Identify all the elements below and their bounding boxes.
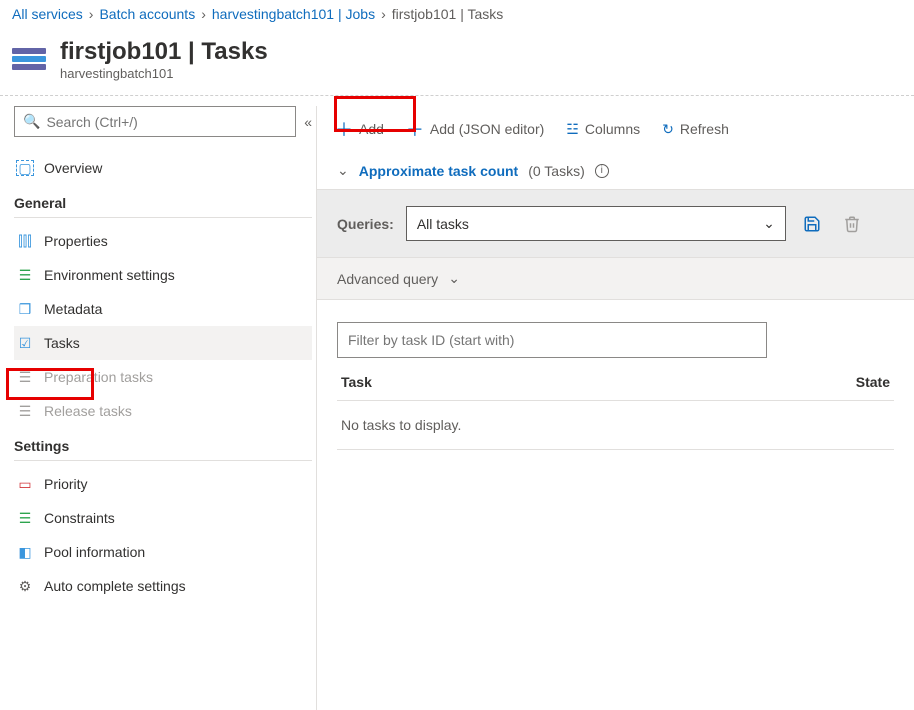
info-icon[interactable]: i <box>595 164 609 178</box>
sidebar-item-label: Pool information <box>44 544 145 560</box>
pool-icon: ◧ <box>16 544 34 560</box>
sidebar-item-pool-info[interactable]: ◧ Pool information <box>14 535 312 569</box>
breadcrumb-link[interactable]: harvestingbatch101 | Jobs <box>212 6 375 22</box>
sidebar-item-properties[interactable]: ⫿⫿⫿ Properties <box>14 224 312 258</box>
delete-query-button[interactable] <box>838 210 866 238</box>
sidebar-section-settings: Settings <box>14 428 312 461</box>
advanced-query-label: Advanced query <box>337 271 438 287</box>
save-query-button[interactable] <box>798 210 826 238</box>
overview-icon: ▢ <box>16 160 34 176</box>
chevron-right-icon: › <box>201 6 206 22</box>
queries-selected: All tasks <box>417 216 469 232</box>
chevron-down-icon: ⌄ <box>763 215 775 232</box>
sidebar-item-label: Environment settings <box>44 267 175 283</box>
sidebar-item-overview[interactable]: ▢ Overview <box>14 151 312 185</box>
page-title: firstjob101 | Tasks <box>60 38 268 66</box>
breadcrumb: All services › Batch accounts › harvesti… <box>0 0 914 28</box>
col-task: Task <box>341 374 372 390</box>
divider <box>0 95 914 96</box>
sidebar-section-general: General <box>14 185 312 218</box>
task-count-value: (0 Tasks) <box>528 163 585 179</box>
sidebar-item-label: Release tasks <box>44 403 132 419</box>
sidebar-item-label: Metadata <box>44 301 102 317</box>
search-icon: 🔍 <box>23 113 40 130</box>
queries-label: Queries: <box>337 216 394 232</box>
refresh-icon: ↻ <box>662 121 674 138</box>
add-button[interactable]: ＋ Add <box>335 116 384 142</box>
chevron-right-icon: › <box>381 6 386 22</box>
metadata-icon: ❒ <box>16 301 34 317</box>
queries-select[interactable]: All tasks ⌄ <box>406 206 786 241</box>
auto-complete-icon: ⚙ <box>16 578 34 594</box>
priority-icon: ▭ <box>16 476 34 492</box>
plus-icon: ＋ <box>406 116 424 142</box>
content-pane: ＋ Add ＋ Add (JSON editor) ☳ Columns ↻ Re… <box>316 106 914 710</box>
sidebar-item-metadata[interactable]: ❒ Metadata <box>14 292 312 326</box>
advanced-query-toggle[interactable]: Advanced query ⌄ <box>317 258 914 300</box>
release-icon: ☰ <box>16 403 34 419</box>
env-settings-icon: ☰ <box>16 267 34 283</box>
search-input[interactable] <box>46 114 287 130</box>
task-count-row[interactable]: ⌄ Approximate task count (0 Tasks) i <box>317 152 914 189</box>
sidebar-item-label: Constraints <box>44 510 115 526</box>
col-state: State <box>856 374 890 390</box>
breadcrumb-link[interactable]: All services <box>12 6 83 22</box>
sidebar-item-tasks[interactable]: ☑ Tasks <box>14 326 312 360</box>
table-empty-state: No tasks to display. <box>337 401 894 450</box>
columns-icon: ☳ <box>566 121 579 138</box>
chevron-right-icon: › <box>89 6 94 22</box>
sidebar-item-label: Preparation tasks <box>44 369 153 385</box>
breadcrumb-current: firstjob101 | Tasks <box>392 6 504 22</box>
columns-button[interactable]: ☳ Columns <box>566 121 640 138</box>
page-header: firstjob101 | Tasks harvestingbatch101 <box>0 28 914 87</box>
sidebar: 🔍 « ▢ Overview General ⫿⫿⫿ Properties ☰ … <box>0 106 316 710</box>
sidebar-item-release-tasks: ☰ Release tasks <box>14 394 312 428</box>
sidebar-item-preparation-tasks: ☰ Preparation tasks <box>14 360 312 394</box>
search-box[interactable]: 🔍 <box>14 106 296 137</box>
sidebar-item-priority[interactable]: ▭ Priority <box>14 467 312 501</box>
job-icon <box>12 48 46 72</box>
sidebar-item-label: Properties <box>44 233 108 249</box>
tasks-icon: ☑ <box>16 335 34 351</box>
sidebar-item-label: Overview <box>44 160 102 176</box>
refresh-button[interactable]: ↻ Refresh <box>662 121 729 138</box>
toolbar-label: Refresh <box>680 121 729 137</box>
toolbar: ＋ Add ＋ Add (JSON editor) ☳ Columns ↻ Re… <box>317 106 914 152</box>
chevron-down-icon: ⌄ <box>337 162 349 179</box>
sidebar-item-label: Auto complete settings <box>44 578 186 594</box>
plus-icon: ＋ <box>335 116 353 142</box>
sidebar-item-auto-complete[interactable]: ⚙ Auto complete settings <box>14 569 312 603</box>
toolbar-label: Add (JSON editor) <box>430 121 544 137</box>
sidebar-item-env-settings[interactable]: ☰ Environment settings <box>14 258 312 292</box>
save-icon <box>803 215 821 233</box>
toolbar-label: Columns <box>585 121 640 137</box>
sidebar-item-label: Priority <box>44 476 88 492</box>
task-count-label: Approximate task count <box>359 163 518 179</box>
properties-icon: ⫿⫿⫿ <box>16 233 34 249</box>
sidebar-item-label: Tasks <box>44 335 80 351</box>
add-json-button[interactable]: ＋ Add (JSON editor) <box>406 116 544 142</box>
preparation-icon: ☰ <box>16 369 34 385</box>
constraints-icon: ☰ <box>16 510 34 526</box>
queries-bar: Queries: All tasks ⌄ <box>317 189 914 258</box>
toolbar-label: Add <box>359 121 384 137</box>
filter-task-id-input[interactable] <box>337 322 767 358</box>
chevron-down-icon: ⌄ <box>448 270 460 287</box>
table-header: Task State <box>337 358 894 401</box>
collapse-sidebar-icon[interactable]: « <box>304 114 312 130</box>
breadcrumb-link[interactable]: Batch accounts <box>99 6 195 22</box>
page-subtitle: harvestingbatch101 <box>60 66 268 81</box>
sidebar-item-constraints[interactable]: ☰ Constraints <box>14 501 312 535</box>
trash-icon <box>843 215 861 233</box>
